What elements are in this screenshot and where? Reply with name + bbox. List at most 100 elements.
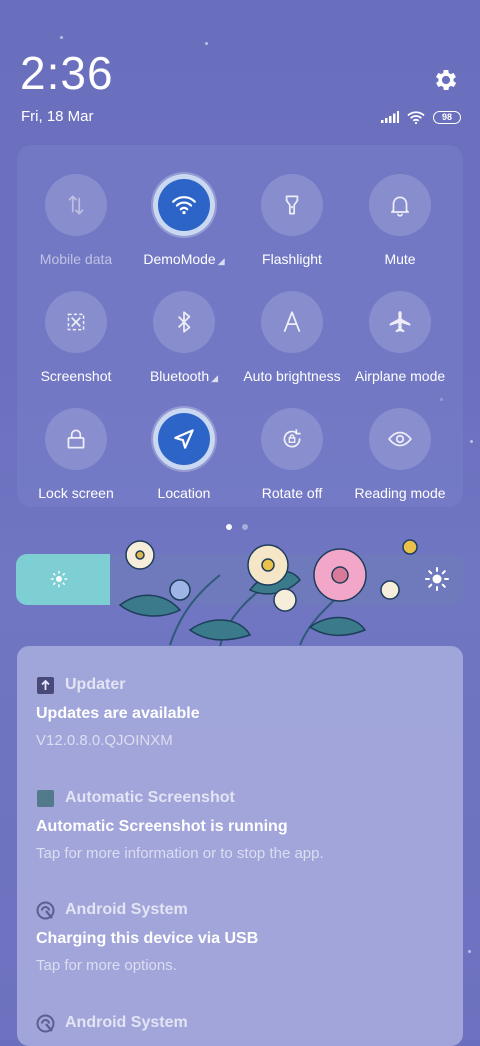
tile-mobile-data[interactable]: Mobile data xyxy=(22,174,130,267)
screenshot-icon xyxy=(67,313,85,331)
notification-app-name: Updater xyxy=(65,676,126,693)
flower-wallpaper-illustration xyxy=(118,539,418,648)
background-star xyxy=(470,440,473,443)
notification-item[interactable]: Android System xyxy=(36,1012,446,1034)
tile-label-text: Reading mode xyxy=(354,485,446,501)
notification-panel: Updater Updates are available V12.0.8.0.QJ… xyxy=(17,646,463,1046)
tile-label: DemoMode ◢ xyxy=(130,251,238,267)
tile-label: Mute xyxy=(346,251,454,267)
gear-icon[interactable] xyxy=(432,66,460,94)
tile-label: Airplane mode xyxy=(346,368,454,384)
notification-title: Automatic Screenshot is running xyxy=(36,818,288,835)
screenshot-app-icon xyxy=(37,789,54,807)
tile-label: Lock screen xyxy=(22,485,130,501)
tile-button[interactable] xyxy=(153,291,215,353)
tile-label-text: Rotate off xyxy=(261,485,323,501)
bell-icon xyxy=(391,196,409,217)
system-icons: 98 xyxy=(381,109,461,125)
tile-label-text: Bluetooth xyxy=(149,368,210,384)
tile-label: Flashlight xyxy=(238,251,346,267)
notification-title: Charging this device via USB xyxy=(36,930,259,947)
tile-label-text: Mute xyxy=(384,251,416,267)
tile-airplane-mode[interactable]: Airplane mode xyxy=(346,291,454,384)
tile-button[interactable] xyxy=(45,408,107,470)
tile-label-text: Flashlight xyxy=(262,251,322,267)
android-icon xyxy=(36,1014,55,1032)
tile-label: Bluetooth ◢ xyxy=(130,368,238,384)
background-star xyxy=(468,950,471,953)
tile-mute[interactable]: Mute xyxy=(346,174,454,267)
page-dot xyxy=(242,524,248,530)
bluetooth-icon xyxy=(177,311,191,333)
notification-item[interactable]: Android System Charging this device via U… xyxy=(36,899,446,974)
page-indicator xyxy=(226,524,248,530)
notification-item[interactable]: Updater Updates are available V12.0.8.0.QJ… xyxy=(36,674,446,749)
tile-label: Mobile data xyxy=(22,251,130,267)
notification-app-header: Android System xyxy=(36,899,446,921)
tile-button[interactable] xyxy=(153,408,215,470)
tile-button[interactable] xyxy=(45,291,107,353)
mobile-data-icon xyxy=(68,195,84,215)
clock: 2:36 xyxy=(20,47,114,99)
notification-app-header: Android System xyxy=(36,1012,446,1034)
tile-button[interactable] xyxy=(369,291,431,353)
notification-app-name: Android System xyxy=(65,1014,188,1031)
tile-label-text: Location xyxy=(157,485,211,501)
tile-button[interactable] xyxy=(261,291,323,353)
tile-auto-brightness[interactable]: Auto brightness xyxy=(238,291,346,384)
date: Fri, 18 Mar xyxy=(21,108,94,125)
tile-label: Screenshot xyxy=(22,368,130,384)
airplane-icon xyxy=(389,311,411,333)
notification-app-header: Automatic Screenshot xyxy=(36,787,446,809)
location-icon xyxy=(174,429,194,449)
tile-label-text: Mobile data xyxy=(39,251,113,267)
tile-label: Rotate off xyxy=(238,485,346,501)
flashlight-icon xyxy=(285,195,299,215)
app-icon xyxy=(36,676,55,695)
expand-arrow-icon: ◢ xyxy=(211,373,219,383)
rotate-lock-icon xyxy=(283,429,301,448)
tile-button[interactable] xyxy=(369,174,431,236)
app-icon xyxy=(36,1014,55,1033)
tile-rotate-off[interactable]: Rotate off xyxy=(238,408,346,501)
signal-icon xyxy=(381,111,399,123)
expand-arrow-icon: ◢ xyxy=(217,256,225,266)
tile-label: Location xyxy=(130,485,238,501)
background-star xyxy=(60,36,63,39)
notification-item[interactable]: Automatic Screenshot Automatic Screenshot… xyxy=(36,787,446,862)
wifi-icon xyxy=(172,196,196,215)
tile-screenshot[interactable]: Screenshot xyxy=(22,291,130,384)
wifi-icon xyxy=(407,110,425,124)
notification-app-name: Android System xyxy=(65,901,188,918)
notification-app-name: Automatic Screenshot xyxy=(65,789,235,806)
tile-flashlight[interactable]: Flashlight xyxy=(238,174,346,267)
tile-label-text: Screenshot xyxy=(40,368,112,384)
tile-button[interactable] xyxy=(153,174,215,236)
tile-label: Auto brightness xyxy=(238,368,346,384)
notification-body: V12.0.8.0.QJOINXM xyxy=(36,732,173,749)
tile-demomode[interactable]: DemoMode ◢ xyxy=(130,174,238,267)
tile-location[interactable]: Location xyxy=(130,408,238,501)
lock-icon xyxy=(67,429,85,449)
page-dot-active xyxy=(226,524,232,530)
background-star xyxy=(205,42,208,45)
notification-title: Updates are available xyxy=(36,705,200,722)
tile-button[interactable] xyxy=(261,174,323,236)
tile-lock-screen[interactable]: Lock screen xyxy=(22,408,130,501)
notification-body: Tap for more options. xyxy=(36,957,177,974)
app-icon xyxy=(36,901,55,920)
tile-button[interactable] xyxy=(45,174,107,236)
notification-body: Tap for more information or to stop the … xyxy=(36,845,324,862)
eye-icon xyxy=(388,431,412,447)
tile-label-text: Lock screen xyxy=(38,485,114,501)
auto-brightness-icon xyxy=(283,311,301,333)
tile-label: Reading mode xyxy=(346,485,454,501)
tile-bluetooth[interactable]: Bluetooth ◢ xyxy=(130,291,238,384)
tile-button[interactable] xyxy=(369,408,431,470)
tile-label-text: DemoMode xyxy=(143,251,216,267)
notification-app-header: Updater xyxy=(36,674,446,696)
tile-button[interactable] xyxy=(261,408,323,470)
tile-label-text: Auto brightness xyxy=(243,368,341,384)
android-icon xyxy=(36,901,55,919)
tile-reading-mode[interactable]: Reading mode xyxy=(346,408,454,501)
